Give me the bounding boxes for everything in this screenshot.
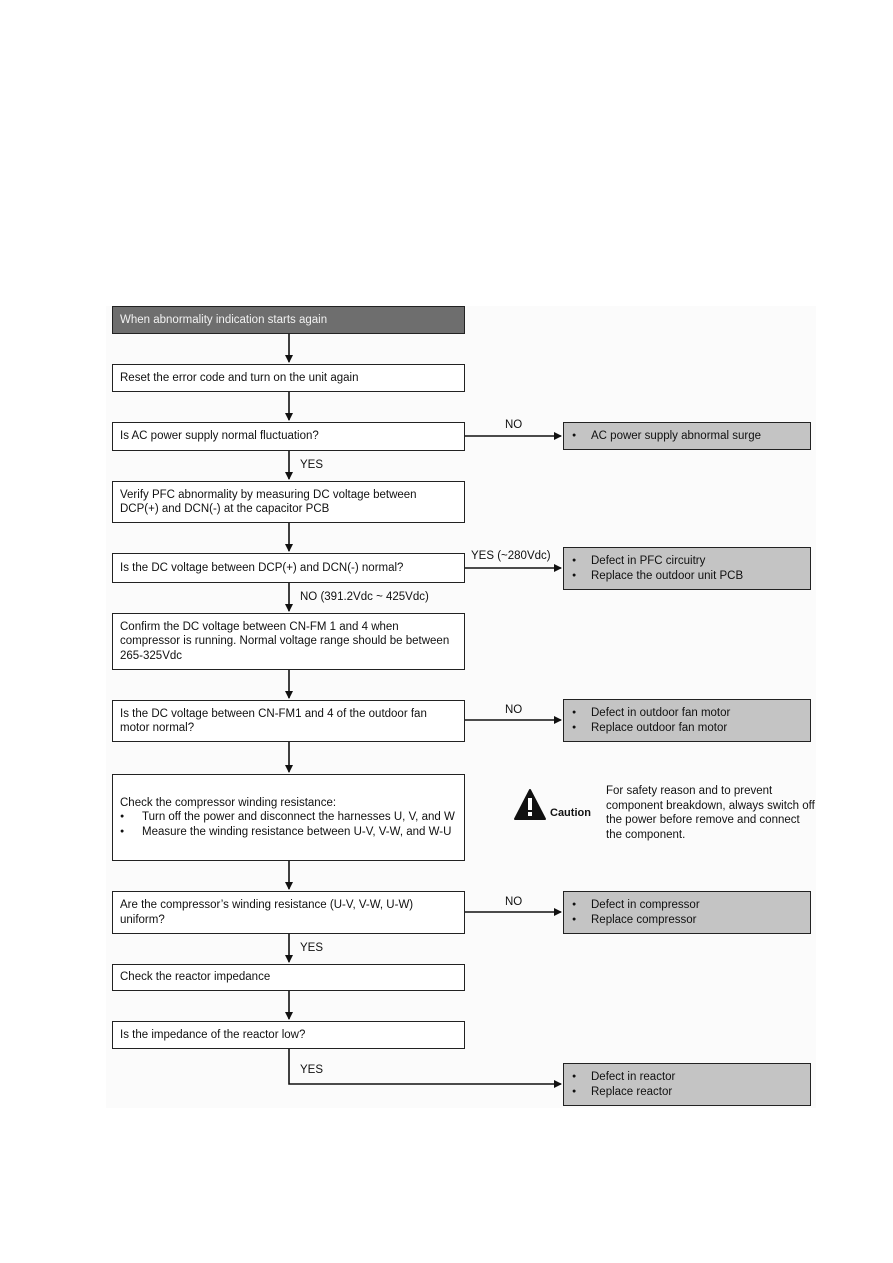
bullet-item: Replace outdoor fan motor [570,721,803,736]
bullet-item: Defect in outdoor fan motor [570,706,803,721]
bullet-item: Measure the winding resistance between U… [120,825,457,840]
decision-fan-voltage: Is the DC voltage between CN-FM1 and 4 o… [112,700,465,742]
step-bullets: Turn off the power and disconnect the ha… [120,810,457,839]
edge-label-fm-no: NO [505,704,523,716]
step-title: Check the compressor winding resistance: [120,796,337,809]
step-text: Reset the error code and turn on the uni… [120,371,359,384]
step-reset: Reset the error code and turn on the uni… [112,364,465,392]
step-verify-pfc: Verify PFC abnormality by measuring DC v… [112,481,465,523]
edge-label-dc-yes: YES (~280Vdc) [471,550,551,562]
step-winding-resistance: Check the compressor winding resistance:… [112,774,465,861]
decision-winding-uniform: Are the compressor’s winding resistance … [112,891,465,934]
step-text: Confirm the DC voltage between CN-FM 1 a… [120,620,450,662]
outcome-bullets: AC power supply abnormal surge [570,429,803,444]
caution-label: Caution [550,807,591,819]
step-text: Is the impedance of the reactor low? [120,1028,306,1041]
step-confirm-fan-voltage: Confirm the DC voltage between CN-FM 1 a… [112,613,465,670]
outcome-bullets: Defect in PFC circuitry Replace the outd… [570,554,803,583]
step-text: Is AC power supply normal fluctuation? [120,430,319,443]
edge-label-dc-no: NO (391.2Vdc ~ 425Vdc) [300,591,429,603]
edge-label-reactor-yes: YES [300,1064,324,1076]
step-reactor-impedance: Check the reactor impedance [112,964,465,991]
step-text: Verify PFC abnormality by measuring DC v… [120,488,417,516]
outcome-compressor-defect: Defect in compressor Replace compressor [563,891,811,934]
bullet-item: Defect in reactor [570,1070,803,1085]
start-box: When abnormality indication starts again [112,306,465,334]
edge-label-winding-no: NO [505,896,523,908]
step-text: Check the reactor impedance [120,971,271,984]
edge-label-winding-yes: YES [300,942,324,954]
outcome-pfc-defect: Defect in PFC circuitry Replace the outd… [563,547,811,590]
outcome-bullets: Defect in compressor Replace compressor [570,898,803,927]
outcome-bullets: Defect in reactor Replace reactor [570,1070,803,1099]
outcome-fan-defect: Defect in outdoor fan motor Replace outd… [563,699,811,742]
step-text: Is the DC voltage between CN-FM1 and 4 o… [120,707,427,735]
bullet-item: Defect in PFC circuitry [570,554,803,569]
bullet-item: Replace compressor [570,913,803,928]
step-text: Are the compressor’s winding resistance … [120,899,414,926]
edge-label-ac-yes: YES [300,459,324,471]
outcome-bullets: Defect in outdoor fan motor Replace outd… [570,706,803,735]
decision-dc-voltage: Is the DC voltage between DCP(+) and DCN… [112,553,465,583]
bullet-item: AC power supply abnormal surge [570,429,803,444]
outcome-ac-surge: AC power supply abnormal surge [563,422,811,450]
edge-label-ac-no: NO [505,419,523,431]
bullet-item: Turn off the power and disconnect the ha… [120,810,457,825]
bullet-item: Replace the outdoor unit PCB [570,569,803,584]
bullet-item: Replace reactor [570,1085,803,1100]
decision-reactor-low: Is the impedance of the reactor low? [112,1021,465,1049]
caution-text: For safety reason and to prevent compone… [606,785,815,841]
decision-ac-supply: Is AC power supply normal fluctuation? [112,422,465,451]
start-text: When abnormality indication starts again [120,313,328,326]
bullet-item: Defect in compressor [570,898,803,913]
outcome-reactor-defect: Defect in reactor Replace reactor [563,1063,811,1106]
step-text: Is the DC voltage between DCP(+) and DCN… [120,561,404,574]
